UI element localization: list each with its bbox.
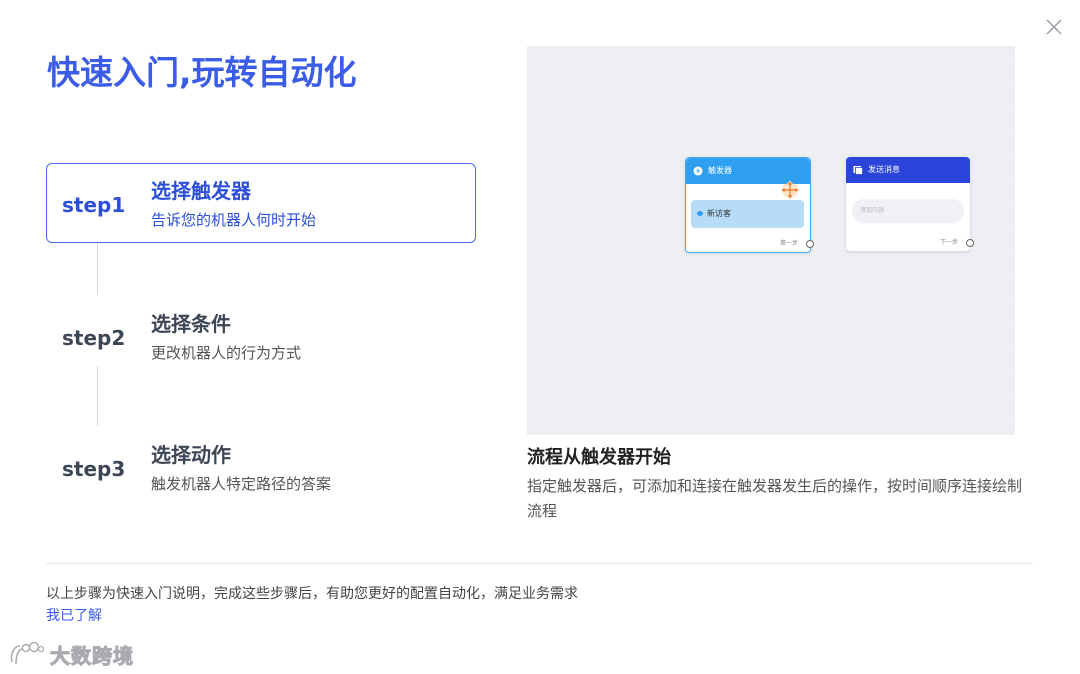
send-message-node-header: 发送消息 [846, 157, 970, 183]
trigger-node: 触发器 新访客 第一步 [685, 157, 814, 253]
flow-preview-image: 触发器 新访客 第一步 发送消息 添加内容 下一步 [527, 46, 1015, 435]
step-item-1[interactable]: step1 选择触发器 告诉您的机器人何时开始 [46, 163, 476, 243]
trigger-node-item: 新访客 [691, 200, 804, 228]
step-number: step1 [62, 193, 126, 217]
preview-caption-description: 指定触发器后，可添加和连接在触发器发生后的操作，按时间顺序连接绘制流程 [527, 477, 1023, 520]
message-content-placeholder: 添加内容 [860, 207, 885, 214]
close-button[interactable] [1043, 16, 1065, 38]
close-icon [1046, 19, 1062, 35]
step-description: 更改机器人的行为方式 [151, 344, 302, 362]
step-item-3[interactable]: step3 选择动作 触发机器人特定路径的答案 [46, 427, 476, 507]
message-content-field: 添加内容 [852, 199, 964, 223]
step-number: step2 [62, 326, 126, 350]
trigger-node-title: 触发器 [708, 166, 732, 175]
footer-divider [46, 563, 1033, 564]
send-message-node: 发送消息 添加内容 下一步 [846, 157, 974, 251]
step-description: 触发机器人特定路径的答案 [151, 475, 332, 493]
step-description: 告诉您的机器人何时开始 [151, 211, 317, 229]
watermark: 大数跨境 [8, 637, 134, 671]
trigger-icon [693, 166, 703, 176]
move-cursor-icon [780, 180, 800, 200]
page-title: 快速入门,玩转自动化 [47, 53, 357, 92]
step-number: step3 [62, 457, 126, 481]
visitor-icon [697, 211, 703, 216]
trigger-node-item-label: 新访客 [707, 209, 731, 218]
step-item-2[interactable]: step2 选择条件 更改机器人的行为方式 [46, 296, 476, 376]
send-message-node-title: 发送消息 [868, 165, 900, 174]
watermark-text: 大数跨境 [50, 643, 134, 668]
acknowledge-link[interactable]: 我已了解 [46, 605, 102, 627]
step-title: 选择条件 [151, 312, 231, 336]
step-title: 选择动作 [151, 443, 231, 467]
trigger-node-footer: 第一步 [779, 240, 798, 247]
footer-note: 以上步骤为快速入门说明，完成这些步骤后，有助您更好的配置自动化，满足业务需求 [46, 586, 578, 602]
send-message-node-footer: 下一步 [939, 239, 958, 246]
step-connector [97, 366, 98, 426]
connector-port [806, 240, 814, 248]
preview-caption-title: 流程从触发器开始 [527, 447, 671, 468]
watermark-logo-icon [10, 641, 44, 665]
message-icon [853, 166, 863, 175]
connector-port [966, 239, 974, 247]
step-title: 选择触发器 [151, 179, 251, 203]
step-connector [97, 243, 98, 295]
